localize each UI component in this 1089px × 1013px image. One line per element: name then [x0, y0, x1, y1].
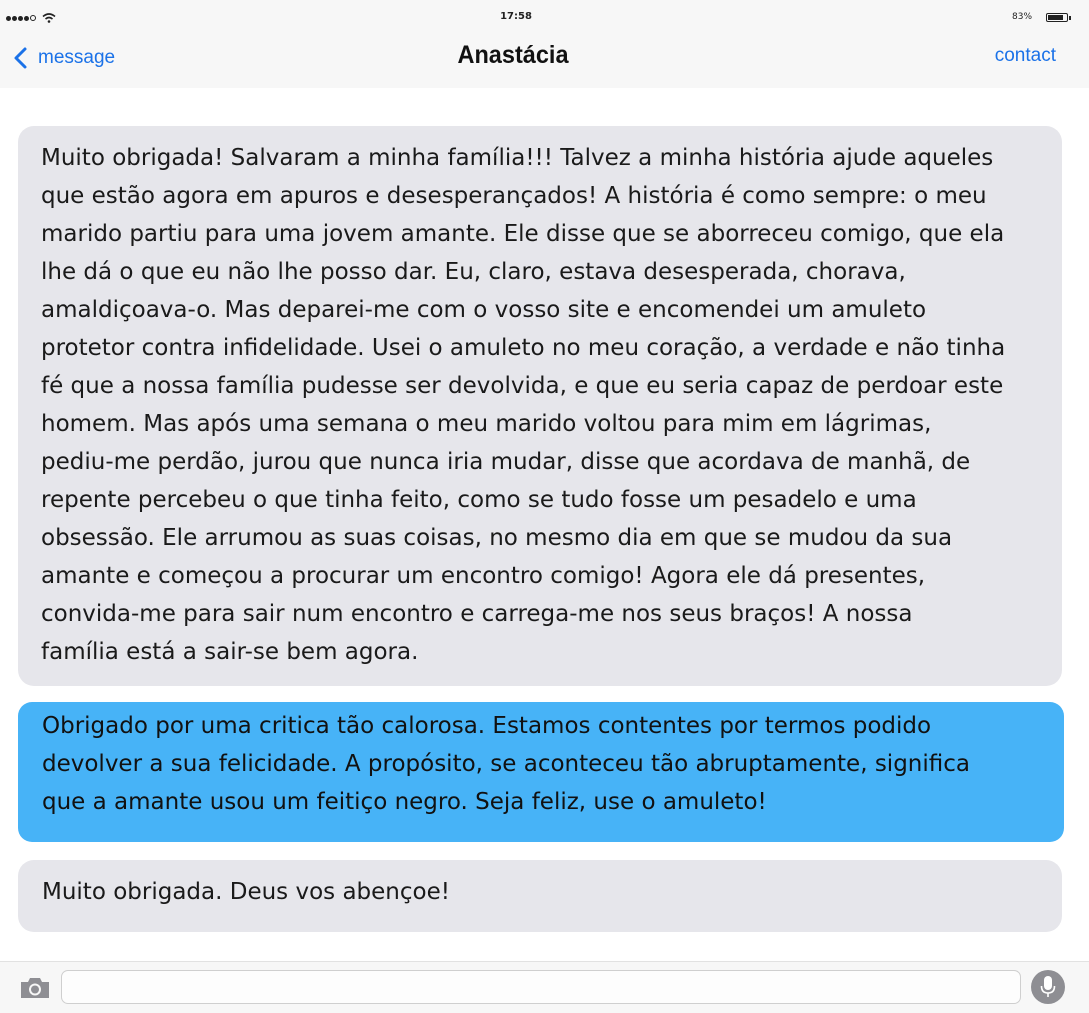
microphone-icon	[1040, 976, 1056, 997]
chevron-left-icon	[14, 47, 27, 69]
status-bar: 17:58 83%	[0, 0, 1089, 38]
conversation-title: Anastácia	[457, 41, 569, 69]
message-bubble-incoming[interactable]: Muito obrigada. Deus vos abençoe!	[18, 860, 1062, 932]
message-bubble-outgoing[interactable]: Obrigado por uma critica tão calorosa. E…	[18, 702, 1064, 842]
microphone-button[interactable]	[1031, 970, 1065, 1004]
contact-button[interactable]: contact	[995, 45, 1056, 67]
message-composer	[0, 961, 1089, 1013]
message-bubble-incoming[interactable]: Muito obrigada! Salvaram a minha família…	[18, 126, 1062, 686]
battery-icon	[1046, 13, 1071, 22]
camera-icon[interactable]	[19, 976, 51, 1000]
battery-percentage: 83%	[1012, 12, 1033, 22]
status-time: 17:58	[500, 11, 532, 22]
navigation-bar: message Anastácia contact	[0, 38, 1089, 88]
message-input[interactable]	[61, 970, 1021, 1004]
